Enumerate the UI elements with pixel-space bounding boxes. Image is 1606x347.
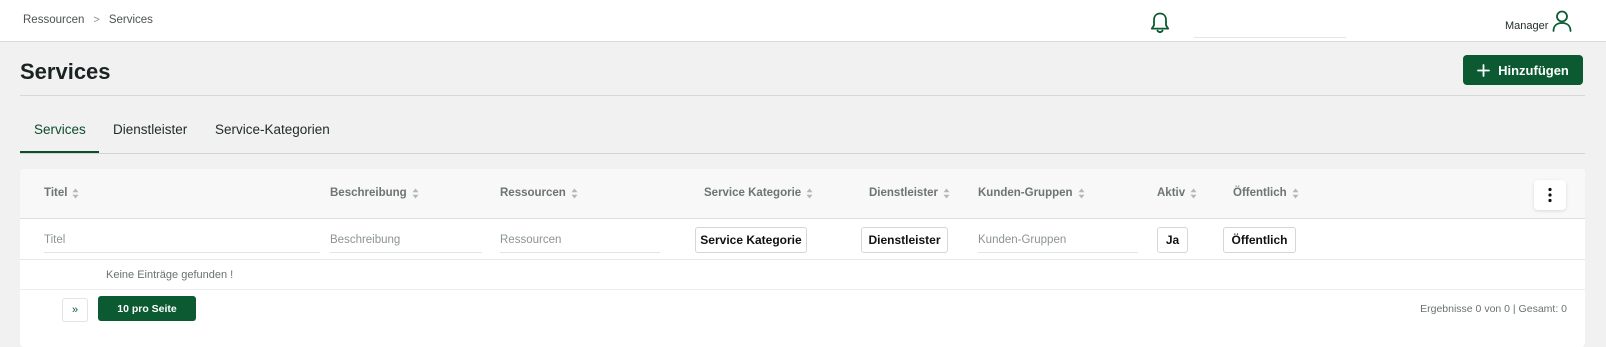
header-search-input[interactable] [1194, 12, 1346, 38]
per-page-button[interactable]: 10 pro Seite [98, 296, 196, 321]
column-header-oeffentlich[interactable]: Öffentlich [1233, 187, 1299, 199]
empty-state-row: Keine Einträge gefunden ! [20, 260, 1585, 290]
column-header-label: Ressourcen [500, 187, 566, 199]
breadcrumb: Ressourcen > Services [23, 14, 153, 26]
sort-icon [412, 188, 419, 198]
filter-titel-input[interactable] [44, 227, 320, 253]
add-button-label: Hinzufügen [1498, 62, 1569, 78]
breadcrumb-item-services: Services [108, 14, 153, 26]
sort-icon [806, 188, 813, 198]
column-header-service-kategorie[interactable]: Service Kategorie [704, 187, 813, 199]
tab-bar: Services Dienstleister Service-Kategorie… [20, 116, 1585, 154]
breadcrumb-item-ressourcen[interactable]: Ressourcen [23, 14, 84, 26]
bell-icon[interactable] [1149, 11, 1171, 35]
filter-kunden-gruppen-input[interactable] [978, 227, 1138, 253]
add-button[interactable]: Hinzufügen [1463, 55, 1583, 85]
sort-icon [72, 188, 79, 198]
sort-icon [571, 188, 578, 198]
filter-row: Service Kategorie Dienstleister Ja Öffen… [20, 219, 1585, 260]
column-header-label: Service Kategorie [704, 187, 802, 199]
column-header-beschreibung[interactable]: Beschreibung [330, 187, 419, 199]
tab-services[interactable]: Services [34, 122, 86, 137]
filter-ressourcen-input[interactable] [500, 227, 660, 253]
sort-icon [943, 188, 950, 198]
pagination-bar: » 10 pro Seite Ergebnisse 0 von 0 | Gesa… [20, 290, 1585, 330]
table-options-button[interactable] [1534, 180, 1566, 210]
column-header-label: Aktiv [1157, 187, 1186, 199]
title-divider [20, 95, 1585, 96]
kebab-icon [1548, 187, 1552, 203]
filter-service-kategorie-button[interactable]: Service Kategorie [695, 227, 807, 253]
sort-icon [1190, 188, 1197, 198]
user-name-label[interactable]: Manager [1505, 20, 1548, 32]
results-summary: Ergebnisse 0 von 0 | Gesamt: 0 [1420, 303, 1567, 315]
plus-icon [1477, 63, 1491, 77]
user-icon[interactable] [1551, 9, 1573, 33]
page-title: Services [20, 59, 111, 84]
filter-oeffentlich-button[interactable]: Öffentlich [1223, 227, 1296, 253]
breadcrumb-separator: > [93, 14, 100, 26]
column-header-dienstleister[interactable]: Dienstleister [869, 187, 950, 199]
next-page-button[interactable]: » [62, 298, 88, 322]
sort-icon [1078, 188, 1085, 198]
column-header-ressourcen[interactable]: Ressourcen [500, 187, 578, 199]
sort-icon [1292, 188, 1299, 198]
top-bar: Ressourcen > Services Manager [0, 0, 1606, 42]
column-header-label: Kunden-Gruppen [978, 187, 1073, 199]
column-header-titel[interactable]: Titel [44, 187, 79, 199]
column-header-label: Dienstleister [869, 187, 939, 199]
services-table-card: Titel Beschreibung Ressourcen Service Ka… [20, 169, 1585, 347]
filter-beschreibung-input[interactable] [330, 227, 482, 253]
column-header-label: Öffentlich [1233, 187, 1287, 199]
table-header-row: Titel Beschreibung Ressourcen Service Ka… [20, 169, 1585, 219]
tab-service-kategorien[interactable]: Service-Kategorien [215, 122, 330, 137]
column-header-label: Beschreibung [330, 187, 407, 199]
filter-aktiv-button[interactable]: Ja [1157, 227, 1188, 253]
column-header-label: Titel [44, 187, 68, 199]
active-tab-indicator [20, 151, 99, 153]
tab-dienstleister[interactable]: Dienstleister [113, 122, 187, 137]
empty-state-message: Keine Einträge gefunden ! [106, 269, 234, 281]
filter-dienstleister-button[interactable]: Dienstleister [861, 227, 948, 253]
column-header-aktiv[interactable]: Aktiv [1157, 187, 1197, 199]
column-header-kunden-gruppen[interactable]: Kunden-Gruppen [978, 187, 1085, 199]
